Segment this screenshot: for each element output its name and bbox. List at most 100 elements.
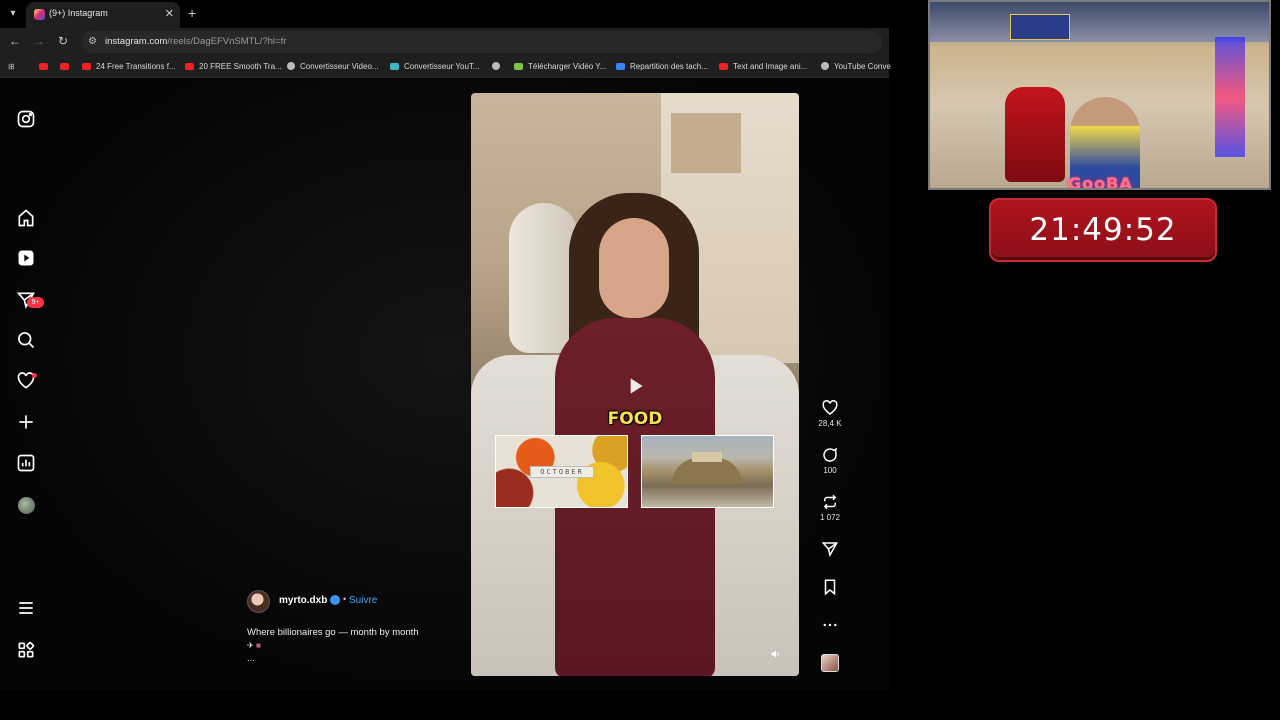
browser-window: ▾ (9+) Instagram ✕ + ← → ↻ ⚙ instagram.c… xyxy=(0,0,891,690)
menu-hamburger-icon[interactable] xyxy=(16,598,36,618)
description-more[interactable]: ... xyxy=(247,652,457,665)
comment-action[interactable]: 100 xyxy=(812,446,848,475)
bookmark-youtube-2[interactable] xyxy=(60,61,74,73)
heart-icon xyxy=(822,400,838,415)
save-action[interactable] xyxy=(812,578,848,596)
back-icon[interactable]: ← xyxy=(7,34,23,48)
reels-icon[interactable] xyxy=(16,248,36,268)
like-count: 28,4 K xyxy=(818,419,842,428)
more-options-action[interactable] xyxy=(812,616,848,634)
bookmark-item-2[interactable]: Convertisseur Video... xyxy=(287,61,379,73)
notification-dot xyxy=(32,373,37,378)
download-icon xyxy=(514,63,523,70)
create-plus-icon[interactable] xyxy=(16,412,36,432)
comment-count: 100 xyxy=(823,466,837,475)
bookmark-globe[interactable] xyxy=(492,61,505,73)
bookmark-item-6[interactable]: Text and Image ani... xyxy=(719,61,807,73)
bookmark-item-7[interactable]: YouTube Conve xyxy=(821,61,891,73)
original-audio-thumbnail[interactable] xyxy=(821,654,839,672)
forward-icon[interactable]: → xyxy=(31,34,47,48)
more-apps-icon[interactable] xyxy=(16,640,36,660)
converter-icon xyxy=(390,63,399,70)
bookmark-label: Convertisseur YouT... xyxy=(404,62,480,71)
share-action[interactable] xyxy=(812,540,848,558)
airplane-icon: ✈ xyxy=(247,641,254,650)
separator-dot: • xyxy=(343,594,347,604)
tab-search-icon[interactable]: ▾ xyxy=(6,7,20,21)
comment-icon xyxy=(823,447,837,462)
bookmark-item-0[interactable]: 24 Free Transitions f... xyxy=(82,61,176,73)
new-tab-button[interactable]: + xyxy=(188,5,196,21)
reload-icon[interactable]: ↻ xyxy=(55,34,71,48)
timer-value: 21:49:52 xyxy=(1029,212,1177,248)
description-emoji: ✈ ■ xyxy=(247,639,457,652)
more-horizontal-icon xyxy=(823,623,837,627)
acropolis-image xyxy=(641,435,774,508)
home-icon[interactable] xyxy=(16,208,36,228)
youtube-icon xyxy=(60,63,69,70)
luggage-icon: ■ xyxy=(255,641,261,650)
verified-badge-icon xyxy=(330,595,340,605)
bookmark-item-1[interactable]: 20 FREE Smooth Tra... xyxy=(185,61,282,73)
wall-decor xyxy=(671,113,741,173)
profile-avatar[interactable] xyxy=(18,497,35,514)
instagram-logo-icon[interactable] xyxy=(16,109,36,129)
url-path: /reels/DagEFVnSMTL/?hl=fr xyxy=(167,36,287,47)
globe-icon xyxy=(821,62,829,70)
bookmark-label: Text and Image ani... xyxy=(733,62,808,71)
bookmarks-bar: ⊞ 24 Free Transitions f... 20 FREE Smoot… xyxy=(0,56,891,78)
bookmark-label: 20 FREE Smooth Tra... xyxy=(199,62,282,71)
parthenon xyxy=(692,452,722,462)
like-action[interactable]: 28,4 K xyxy=(812,399,848,428)
navigation-bar: ← → ↻ ⚙ instagram.com/reels/DagEFVnSMTL/… xyxy=(0,28,889,56)
streamer-logo: GooBA xyxy=(1068,174,1133,190)
site-info-icon[interactable]: ⚙ xyxy=(88,36,97,47)
tab-title: (9+) Instagram xyxy=(49,8,108,18)
reel-video[interactable]: FOOD OCTOBER xyxy=(471,93,799,676)
globe-icon xyxy=(492,62,500,70)
youtube-icon xyxy=(39,63,48,70)
bookmark-item-5[interactable]: Repartition des tach... xyxy=(616,61,708,73)
tab-instagram[interactable]: (9+) Instagram ✕ xyxy=(26,2,180,28)
volume-icon[interactable] xyxy=(770,647,782,659)
video-caption-word: FOOD xyxy=(607,409,663,429)
address-bar[interactable]: ⚙ instagram.com/reels/DagEFVnSMTL/?hl=fr xyxy=(82,31,882,53)
follow-button[interactable]: Suivre xyxy=(349,595,377,606)
instagram-sidebar: 9+ xyxy=(0,79,52,690)
bookmark-item-3[interactable]: Convertisseur YouT... xyxy=(390,61,480,73)
tab-bar: ▾ (9+) Instagram ✕ + xyxy=(0,0,889,28)
url-host: instagram.com xyxy=(105,36,168,47)
instagram-favicon-icon xyxy=(34,9,45,20)
bookmark-item-4[interactable]: Télécharger Vidéo Y... xyxy=(514,61,606,73)
repost-count: 1 072 xyxy=(819,513,841,522)
play-icon[interactable] xyxy=(622,373,648,399)
bookmark-youtube-1[interactable] xyxy=(39,61,53,73)
apps-grid-icon[interactable]: ⊞ xyxy=(8,61,15,73)
bookmark-label: Repartition des tach... xyxy=(630,62,708,71)
reel-description[interactable]: Where billionaires go — month by month ✈… xyxy=(247,626,457,665)
october-label: OCTOBER xyxy=(530,466,594,478)
docs-icon xyxy=(616,63,625,70)
search-icon[interactable] xyxy=(16,330,36,350)
dashboard-icon[interactable] xyxy=(16,453,36,473)
youtube-icon xyxy=(185,63,194,70)
description-text: Where billionaires go — month by month xyxy=(247,627,419,638)
repost-icon xyxy=(823,494,837,510)
webcam-overlay: GooBA xyxy=(928,0,1271,190)
author-avatar[interactable] xyxy=(247,590,270,613)
globe-icon xyxy=(287,62,295,70)
author-username[interactable]: myrto.dxb xyxy=(279,595,327,606)
youtube-icon xyxy=(719,63,728,70)
neon-light xyxy=(1215,37,1245,157)
close-tab-icon[interactable]: ✕ xyxy=(165,7,174,20)
wall-banner xyxy=(1010,14,1070,40)
october-leaves-image: OCTOBER xyxy=(495,435,628,508)
gaming-chair xyxy=(1005,87,1065,182)
person-face xyxy=(599,218,669,318)
repost-action[interactable]: 1 072 xyxy=(812,493,848,522)
reel-author: myrto.dxb • Suivre xyxy=(247,590,457,614)
bookmark-icon xyxy=(824,579,836,596)
bookmark-label: 24 Free Transitions f... xyxy=(96,62,176,71)
url-text[interactable]: instagram.com/reels/DagEFVnSMTL/?hl=fr xyxy=(105,36,286,47)
messages-badge: 9+ xyxy=(27,297,44,308)
